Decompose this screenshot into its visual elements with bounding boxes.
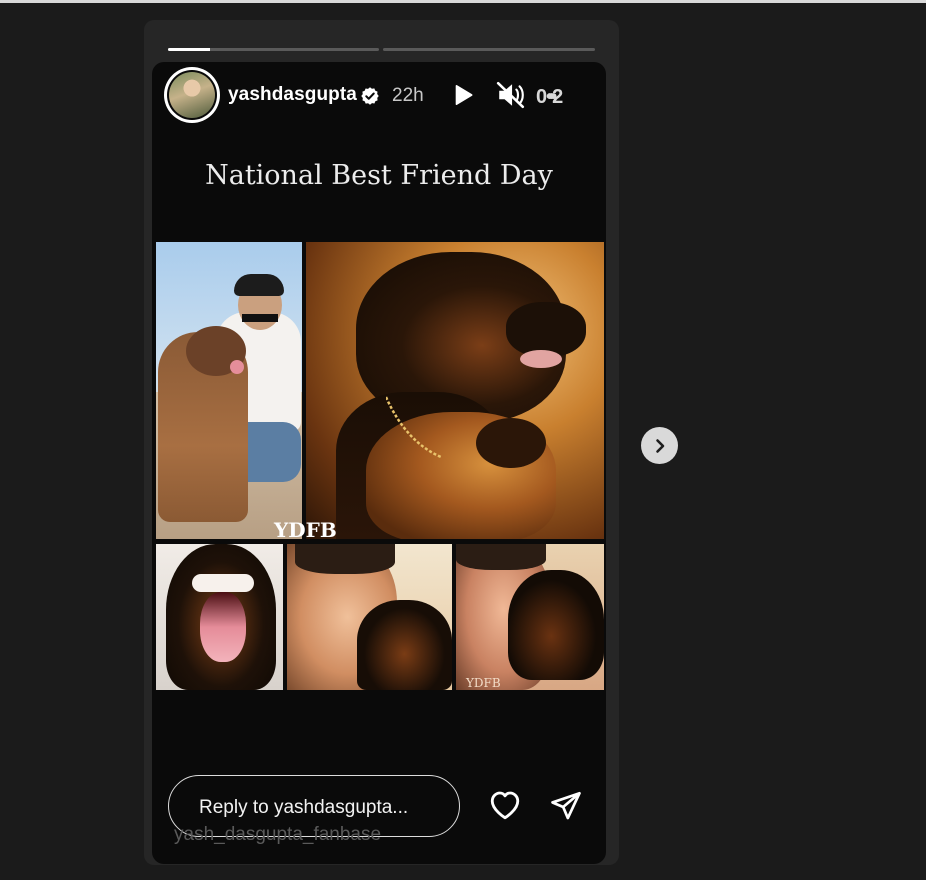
more-options-icon[interactable]: 0•••2 — [536, 86, 563, 109]
progress-fill-1 — [168, 48, 211, 51]
avatar[interactable] — [164, 67, 220, 123]
story-card[interactable]: yashdasgupta 22h 0•••2 National Best Fri… — [152, 62, 606, 864]
story-title: National Best Friend Day — [205, 160, 553, 191]
avatar-image — [169, 72, 215, 118]
photo-rottweiler-puppy-yawning — [156, 544, 283, 690]
photo-man-with-mastiff — [156, 242, 302, 539]
progress-segment-2 — [383, 48, 595, 51]
story-collage: YDFB YDFB — [152, 240, 606, 692]
browser-top-edge — [0, 0, 926, 3]
avatar-frame — [167, 70, 217, 120]
dog-chain — [386, 396, 442, 459]
progress-segment-1 — [168, 48, 379, 51]
verified-badge-icon — [361, 87, 379, 105]
photo-man-with-puppy-1 — [287, 544, 452, 690]
watermark-small: YDFB — [466, 676, 501, 690]
chevron-right-icon — [655, 438, 664, 453]
caption-username: yash_dasgupta_fanbase — [174, 824, 382, 845]
story-header: yashdasgupta 22h 0•••2 — [152, 62, 606, 132]
story-username[interactable]: yashdasgupta — [228, 84, 357, 106]
heart-icon[interactable] — [486, 787, 524, 823]
photo-man-with-puppy-2 — [456, 544, 604, 690]
muted-speaker-icon[interactable] — [496, 81, 526, 109]
watermark-large: YDFB — [274, 518, 337, 542]
next-story-button[interactable] — [641, 427, 678, 464]
story-timestamp: 22h — [392, 85, 424, 106]
photo-rottweiler-and-pup — [306, 242, 604, 539]
reply-placeholder: Reply to yashdasgupta... — [199, 797, 409, 818]
play-icon[interactable] — [450, 82, 476, 108]
paper-plane-icon[interactable] — [548, 789, 584, 823]
